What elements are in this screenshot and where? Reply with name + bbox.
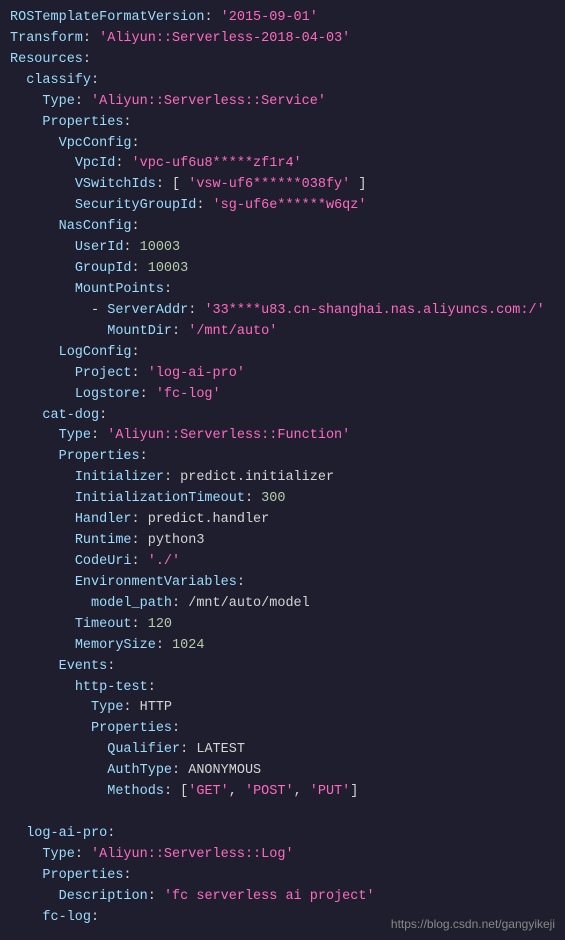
- code-line: Properties:: [10, 113, 555, 134]
- code-line: Properties:: [10, 866, 555, 887]
- code-line: NasConfig:: [10, 217, 555, 238]
- code-line: Properties:: [10, 447, 555, 468]
- code-line: log-ai-pro:: [10, 824, 555, 845]
- code-line: AuthType: ANONYMOUS: [10, 761, 555, 782]
- code-line: Properties:: [10, 719, 555, 740]
- code-line: model_path: /mnt/auto/model: [10, 594, 555, 615]
- watermark-text: https://blog.csdn.net/gangyikeji: [391, 915, 555, 934]
- code-line: LogConfig:: [10, 343, 555, 364]
- code-line: EnvironmentVariables:: [10, 573, 555, 594]
- code-line: http-test:: [10, 678, 555, 699]
- code-line: cat-dog:: [10, 406, 555, 427]
- code-line: InitializationTimeout: 300: [10, 489, 555, 510]
- code-line: [10, 803, 555, 824]
- code-line: ROSTemplateFormatVersion: '2015-09-01': [10, 8, 555, 29]
- code-line: Project: 'log-ai-pro': [10, 364, 555, 385]
- code-line: Initializer: predict.initializer: [10, 468, 555, 489]
- code-block: ROSTemplateFormatVersion: '2015-09-01' T…: [10, 8, 555, 929]
- code-line: Type: 'Aliyun::Serverless::Function': [10, 426, 555, 447]
- code-line: classify:: [10, 71, 555, 92]
- code-line: UserId: 10003: [10, 238, 555, 259]
- code-line: VpcConfig:: [10, 134, 555, 155]
- code-line: GroupId: 10003: [10, 259, 555, 280]
- code-line: Timeout: 120: [10, 615, 555, 636]
- code-line: Type: 'Aliyun::Serverless::Service': [10, 92, 555, 113]
- code-line: Transform: 'Aliyun::Serverless-2018-04-0…: [10, 29, 555, 50]
- code-line: MemorySize: 1024: [10, 636, 555, 657]
- code-line: CodeUri: './': [10, 552, 555, 573]
- code-line: MountPoints:: [10, 280, 555, 301]
- code-line: Description: 'fc serverless ai project': [10, 887, 555, 908]
- code-line: SecurityGroupId: 'sg-uf6e******w6qz': [10, 196, 555, 217]
- code-line: Runtime: python3: [10, 531, 555, 552]
- code-line: Type: HTTP: [10, 698, 555, 719]
- code-line: Handler: predict.handler: [10, 510, 555, 531]
- code-line: Qualifier: LATEST: [10, 740, 555, 761]
- code-line: Resources:: [10, 50, 555, 71]
- code-line: Events:: [10, 657, 555, 678]
- code-line: - ServerAddr: '33****u83.cn-shanghai.nas…: [10, 301, 555, 322]
- code-line: MountDir: '/mnt/auto': [10, 322, 555, 343]
- code-line: VpcId: 'vpc-uf6u8*****zf1r4': [10, 154, 555, 175]
- code-line: Methods: ['GET', 'POST', 'PUT']: [10, 782, 555, 803]
- code-line: Logstore: 'fc-log': [10, 385, 555, 406]
- code-line: VSwitchIds: [ 'vsw-uf6******038fy' ]: [10, 175, 555, 196]
- code-line: Type: 'Aliyun::Serverless::Log': [10, 845, 555, 866]
